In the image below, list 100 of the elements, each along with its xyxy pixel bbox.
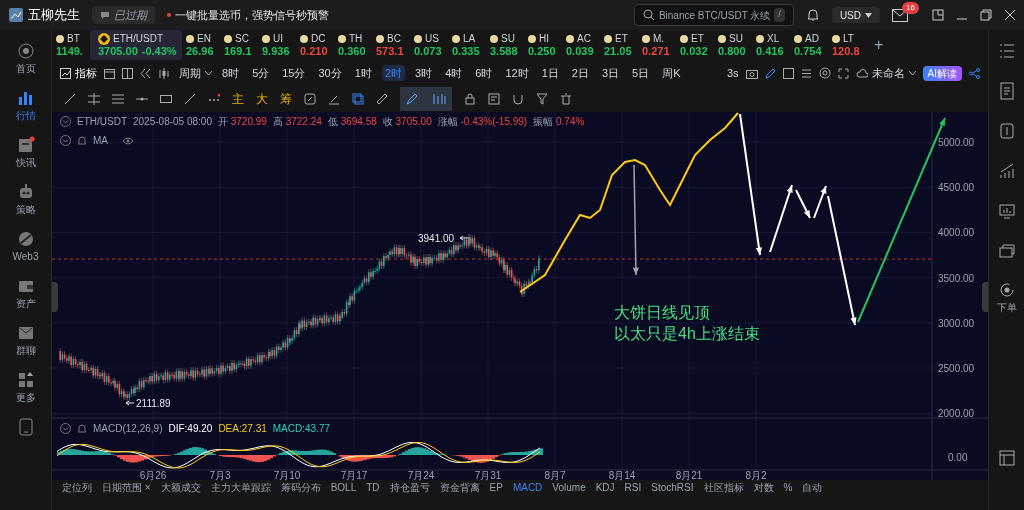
interval-tab[interactable]: 2时	[381, 64, 405, 82]
ticker-tab[interactable]: AC 0.039	[562, 30, 600, 60]
sidebar-item[interactable]: 快讯	[2, 136, 49, 169]
sidebar-item[interactable]: 群聊	[2, 324, 49, 357]
ray-icon[interactable]	[184, 93, 196, 105]
expand-icon[interactable]	[782, 67, 794, 79]
indicator-tab[interactable]: BOLL	[330, 481, 357, 495]
interval-tab[interactable]: 30分	[315, 64, 345, 82]
interval-tab[interactable]: 3时	[412, 64, 436, 82]
close-icon[interactable]	[1004, 9, 1016, 21]
currency-select[interactable]: USD	[831, 7, 880, 23]
search-field[interactable]: Binance BTC/USDT 永续 /	[633, 4, 794, 26]
order-button[interactable]: 下单	[996, 282, 1017, 315]
eye-icon[interactable]	[122, 136, 134, 145]
sidebar-item[interactable]: 资产	[2, 277, 49, 310]
interval-tab[interactable]: 12时	[502, 64, 532, 82]
collapse-icon[interactable]	[60, 116, 71, 127]
note-icon[interactable]	[488, 93, 500, 105]
indicator-tab[interactable]: 大额成交	[160, 481, 201, 495]
lines-icon[interactable]	[112, 93, 124, 105]
indicator-button[interactable]: 指标	[60, 64, 97, 82]
interval-tab[interactable]: 4时	[442, 64, 466, 82]
interval-tab[interactable]: 周K	[659, 64, 684, 82]
sidebar-item[interactable]: 首页	[2, 42, 49, 75]
pen-icon[interactable]	[764, 67, 776, 79]
ticker-tab[interactable]: ET 0.032	[676, 30, 714, 60]
ticker-tab[interactable]: SU 3.588	[486, 30, 524, 60]
sync-icon[interactable]	[304, 93, 316, 105]
popout-icon[interactable]	[932, 9, 944, 21]
camera-icon[interactable]	[745, 67, 758, 79]
collapse-handle[interactable]	[982, 282, 988, 312]
dollar-note-icon[interactable]	[997, 122, 1016, 140]
indicator-tab[interactable]: RSI	[624, 481, 642, 495]
indicator-tab[interactable]: Volume	[552, 481, 586, 495]
layout-icon[interactable]	[998, 450, 1015, 466]
ticker-tab[interactable]: ETH/USDT 3705.00 -0.43%	[90, 30, 182, 60]
document-icon[interactable]	[997, 82, 1016, 100]
ticker-tab[interactable]: M. 0.271	[638, 30, 676, 60]
columns-icon[interactable]	[122, 67, 133, 79]
ticker-tab[interactable]: LA 0.335	[448, 30, 486, 60]
monitor-chart-icon[interactable]	[997, 202, 1016, 220]
indicator-tab[interactable]: 定位列	[62, 481, 92, 495]
indicator-tab[interactable]: EP	[489, 481, 503, 495]
calendar-icon[interactable]	[104, 67, 115, 79]
ticker-tab[interactable]: BC 573.1	[372, 30, 410, 60]
indicator-tab[interactable]: 筹码分布	[280, 481, 321, 495]
indicator-tab[interactable]: 资金背离	[439, 481, 480, 495]
indicator-tab[interactable]: KDJ	[595, 481, 615, 495]
candles-icon[interactable]	[158, 67, 172, 79]
ticker-tab[interactable]: SC 169.1	[220, 30, 258, 60]
growth-bars-icon[interactable]	[997, 162, 1016, 180]
ticker-tab[interactable]: EN 26.96	[182, 30, 220, 60]
ruler-icon[interactable]	[376, 93, 388, 105]
bell-icon[interactable]	[805, 8, 820, 22]
ticker-tab[interactable]: LT 120.8	[828, 30, 866, 60]
overlay-toggle[interactable]: 大	[256, 90, 268, 108]
ticker-tab[interactable]: BT 1149.	[52, 30, 90, 60]
magnet-pen-icon[interactable]	[406, 93, 420, 105]
indicator-tab[interactable]: 社区指标	[703, 481, 744, 495]
add-button[interactable]: +	[866, 33, 892, 57]
settings-icon[interactable]	[818, 67, 831, 79]
sidebar-item[interactable]: 行情	[2, 89, 49, 122]
ticker-tab[interactable]: TH 0.360	[334, 30, 372, 60]
overlay-toggle[interactable]: 筹	[280, 90, 292, 108]
ticker-tab[interactable]: XL 0.416	[752, 30, 790, 60]
sidebar-item[interactable]: 更多	[2, 371, 49, 404]
fullscreen-icon[interactable]	[837, 67, 849, 79]
window-stack-icon[interactable]	[997, 242, 1016, 260]
collapse-icon[interactable]	[60, 423, 71, 434]
magnet-icon[interactable]	[512, 93, 524, 105]
indicator-tab[interactable]: 持仓盈亏	[389, 481, 430, 495]
overlay-toggle[interactable]: 主	[232, 90, 244, 108]
collapse-handle[interactable]	[52, 282, 58, 312]
indicator-tab[interactable]: %	[783, 481, 793, 495]
interval-tab[interactable]: 8时	[219, 64, 243, 82]
interval-tab[interactable]: 5分	[249, 64, 273, 82]
parallel-lines-icon[interactable]	[88, 93, 100, 105]
interval-tab[interactable]: 1日	[538, 64, 562, 82]
ai-button[interactable]: AI解读	[922, 65, 962, 81]
ticker-tab[interactable]: ET 21.05	[600, 30, 638, 60]
interval-tab[interactable]: 5日	[629, 64, 653, 82]
indicator-tab[interactable]: 日期范围 ×	[102, 481, 151, 495]
refresh-interval[interactable]: 3s	[726, 64, 739, 82]
collapse-icon[interactable]	[60, 135, 71, 146]
rewind-icon[interactable]	[140, 67, 151, 79]
layers-icon[interactable]	[352, 93, 364, 105]
promo-text[interactable]: 一键批量选币，强势信号秒预警	[175, 6, 329, 24]
restore-icon[interactable]	[980, 9, 992, 21]
interval-tab[interactable]: 2日	[568, 64, 592, 82]
indicator-tab[interactable]: 自动	[802, 481, 823, 495]
ticker-tab[interactable]: UI 9.936	[258, 30, 296, 60]
filter-icon[interactable]	[536, 93, 548, 105]
edit-icon[interactable]	[328, 93, 340, 105]
indicator-tab[interactable]: StochRSI	[651, 481, 694, 495]
interval-tab[interactable]: 1时	[351, 64, 375, 82]
ticker-tab[interactable]: HI 0.250	[524, 30, 562, 60]
ticker-tab[interactable]: SU 0.800	[714, 30, 752, 60]
phone-icon[interactable]	[18, 418, 33, 436]
interval-tab[interactable]: 6时	[472, 64, 496, 82]
sidebar-item[interactable]: 策略	[2, 183, 49, 216]
